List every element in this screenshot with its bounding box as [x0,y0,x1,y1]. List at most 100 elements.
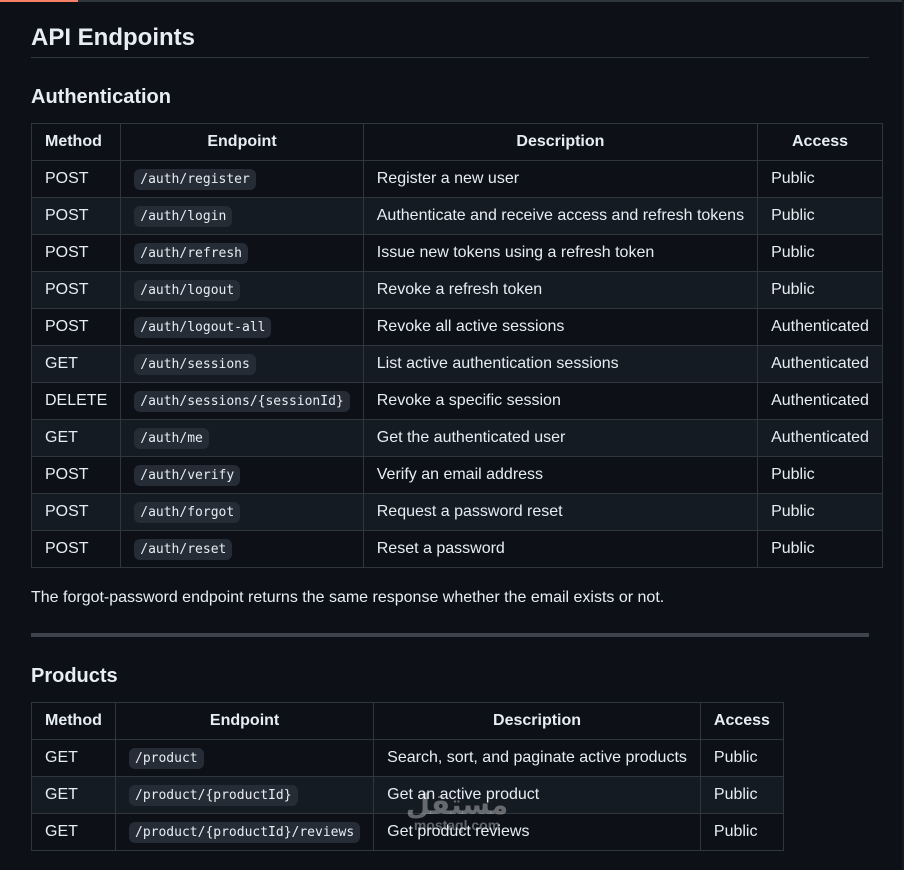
endpoint-path: /auth/sessions/{sessionId} [134,391,350,412]
cell-method: POST [30,160,122,198]
cell-access: Public [699,813,784,851]
cell-endpoint: /auth/login [120,197,364,235]
cell-access: Public [757,197,883,235]
cell-access: Public [757,530,883,568]
endpoint-path: /product/{productId} [129,785,298,806]
markdown-body: API Endpoints Authentication Method Endp… [30,0,883,851]
table-row: GET/product/{productId}/reviews Get produ… [31,813,784,851]
cell-method: DELETE [30,382,122,420]
cell-method: POST [30,197,122,235]
cell-description: Get an active product [373,776,701,814]
cell-method: POST [30,234,122,272]
cell-description: Revoke a specific session [362,382,759,420]
endpoint-path: /auth/logout [134,280,241,301]
cell-endpoint: /auth/logout-all [120,308,364,346]
cell-access: Authenticated [757,308,883,346]
cell-endpoint: /auth/refresh [120,234,364,272]
table-row: POST/auth/logout Revoke a refresh token Pu… [30,271,883,309]
cell-description: Verify an email address [362,456,759,494]
cell-method: POST [30,271,122,309]
auth-table-body: POST/auth/register Register a new user Pub… [30,160,883,568]
endpoint-path: /auth/sessions [134,354,256,375]
cell-method: GET [31,776,116,814]
cell-access: Public [757,271,883,309]
endpoint-path: /product [129,748,204,769]
cell-access: Authenticated [757,382,883,420]
header-method: Method [31,702,116,740]
table-row: GET/product/{productId} Get an active pro… [31,776,784,814]
table-row: GET/product Search, sort, and paginate ac… [31,739,784,777]
cell-endpoint: /product/{productId}/reviews [114,813,375,851]
products-endpoints-table: Method Endpoint Description Access GET/p… [31,702,784,851]
table-row: POST/auth/verify Verify an email address P… [30,456,883,494]
cell-method: POST [30,308,122,346]
cell-access: Public [757,456,883,494]
cell-description: Issue new tokens using a refresh token [362,234,759,272]
forgot-password-note: The forgot-password endpoint returns the… [31,589,665,606]
header-access: Access [699,702,784,740]
table-row: GET/auth/me Get the authenticated user Aut… [30,419,883,457]
cell-access: Public [699,739,784,777]
cell-access: Authenticated [757,345,883,383]
header-method: Method [30,123,122,161]
cell-method: POST [30,530,122,568]
endpoint-path: /product/{productId}/reviews [129,822,361,843]
section-title-products: Products [31,665,118,687]
cell-description: Revoke all active sessions [362,308,759,346]
cell-access: Authenticated [757,419,883,457]
cell-description: Request a password reset [362,493,759,531]
table-row: POST/auth/refresh Issue new tokens using … [30,234,883,272]
section-title-authentication: Authentication [31,86,171,108]
cell-endpoint: /product/{productId} [114,776,375,814]
products-table-body: GET/product Search, sort, and paginate ac… [31,739,784,851]
table-row: POST/auth/forgot Request a password reset… [30,493,883,531]
cell-method: GET [31,813,116,851]
table-header-row: Method Endpoint Description Access [30,123,883,161]
endpoint-path: /auth/refresh [134,243,248,264]
cell-endpoint: /auth/me [120,419,364,457]
cell-description: Search, sort, and paginate active produc… [373,739,701,777]
endpoint-path: /auth/logout-all [134,317,272,338]
cell-method: GET [30,419,122,457]
cell-access: Public [757,493,883,531]
table-header-row: Method Endpoint Description Access [31,702,784,740]
header-description: Description [362,123,759,161]
cell-method: POST [30,493,122,531]
endpoint-path: /auth/forgot [134,502,241,523]
table-row: POST/auth/reset Reset a password Public [30,530,883,568]
cell-endpoint: /auth/sessions [120,345,364,383]
header-endpoint: Endpoint [120,123,364,161]
cell-endpoint: /auth/sessions/{sessionId} [120,382,364,420]
cell-description: Authenticate and receive access and refr… [362,197,759,235]
cell-endpoint: /product [114,739,375,777]
cell-endpoint: /auth/verify [120,456,364,494]
cell-description: Get the authenticated user [362,419,759,457]
endpoint-path: /auth/verify [134,465,241,486]
cell-method: POST [30,456,122,494]
endpoint-path: /auth/me [134,428,209,449]
cell-access: Public [699,776,784,814]
cell-description: Revoke a refresh token [362,271,759,309]
page-title: API Endpoints [31,0,869,58]
table-row: POST/auth/login Authenticate and receive … [30,197,883,235]
cell-access: Public [757,234,883,272]
auth-endpoints-table: Method Endpoint Description Access POST /… [30,123,883,568]
cell-method: GET [30,345,122,383]
endpoint-path: /auth/reset [134,539,233,560]
cell-endpoint: /auth/register [120,160,364,198]
table-row: POST/auth/register Register a new user Pub… [30,160,883,198]
cell-description: Register a new user [362,160,759,198]
endpoint-path: /auth/register [134,169,256,190]
header-access: Access [757,123,883,161]
horizontal-rule [31,633,869,637]
cell-description: List active authentication sessions [362,345,759,383]
header-description: Description [373,702,701,740]
header-endpoint: Endpoint [114,702,375,740]
endpoint-path: /auth/login [134,206,233,227]
table-row: DELETE/auth/sessions/{sessionId} Revoke a… [30,382,883,420]
cell-description: Get product reviews [373,813,701,851]
table-row: GET/auth/sessions List active authenticat… [30,345,883,383]
cell-method: GET [31,739,116,777]
table-row: POST/auth/logout-all Revoke all active se… [30,308,883,346]
cell-access: Public [757,160,883,198]
